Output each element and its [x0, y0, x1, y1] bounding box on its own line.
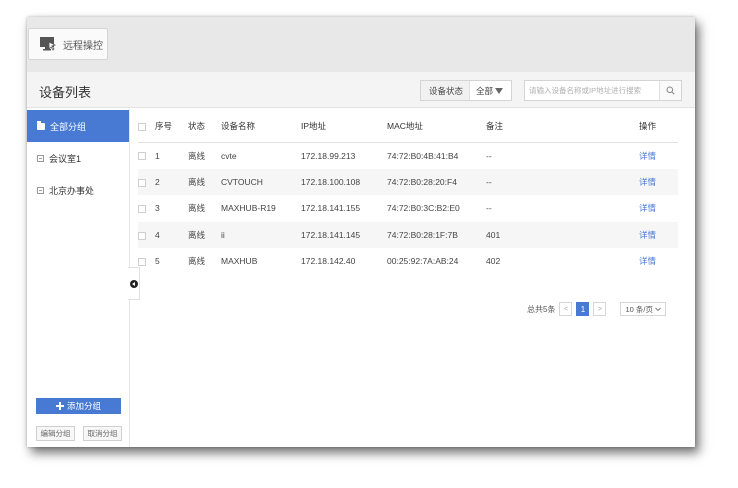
search-input[interactable]	[525, 81, 658, 100]
detail-link[interactable]: 详情	[639, 230, 656, 240]
row-checkbox[interactable]	[138, 178, 146, 187]
sidebar-item-label: 全部分组	[50, 121, 87, 132]
search-box	[524, 80, 682, 101]
cell-device-name: MAXHUB-R19	[221, 203, 276, 214]
cell-note: --	[486, 150, 492, 161]
expand-icon[interactable]	[37, 154, 44, 162]
cell-ip: 172.18.141.155	[301, 203, 361, 214]
cell-device-name: CVTOUCH	[221, 176, 263, 187]
cell-status: 离线	[188, 203, 206, 214]
group-sidebar: 全部分组 会议室1 北京办事处 添加分组 编辑分组 取消分组	[27, 109, 130, 447]
cell-note: 402	[486, 256, 501, 267]
row-checkbox[interactable]	[138, 258, 146, 266]
device-status-filter-label: 设备状态	[421, 81, 471, 100]
column-header-index: 序号	[155, 110, 188, 143]
cell-index: 4	[155, 229, 160, 240]
sidebar-item-meeting-room-1[interactable]: 会议室1	[27, 142, 129, 174]
cell-status: 离线	[188, 150, 206, 161]
device-table: 序号 状态 设备名称 IP地址 MAC地址 备注 操作 1 离线 cvte 17…	[138, 110, 678, 275]
cell-mac: 74:72:B0:3C:B2:E0	[387, 203, 460, 214]
row-checkbox[interactable]	[138, 231, 146, 240]
sidebar-item-all-groups[interactable]: 全部分组	[27, 110, 129, 142]
cell-index: 2	[155, 176, 160, 187]
cell-ip: 172.18.142.40	[301, 256, 356, 267]
cell-note: --	[486, 203, 492, 214]
chevron-down-icon	[655, 307, 661, 311]
cell-ip: 172.18.100.108	[301, 176, 361, 187]
expand-icon[interactable]	[37, 186, 44, 194]
cell-index: 3	[155, 203, 160, 214]
caret-down-icon	[495, 87, 503, 94]
column-header-mac: MAC地址	[387, 110, 486, 143]
cell-status: 离线	[188, 176, 206, 187]
sidebar-item-beijing-office[interactable]: 北京办事处	[27, 174, 129, 206]
cell-mac: 74:72:B0:4B:41:B4	[387, 150, 459, 161]
detail-link[interactable]: 详情	[639, 177, 656, 187]
column-header-device-name: 设备名称	[221, 110, 301, 143]
table-row: 3 离线 MAXHUB-R19 172.18.141.155 74:72:B0:…	[138, 195, 678, 222]
cell-mac: 74:72:B0:28:1F:7B	[387, 229, 458, 240]
pagination: 总共5条 < 1 > 10 条/页	[527, 301, 666, 317]
detail-link[interactable]: 详情	[639, 203, 656, 213]
tab-remote-control-label: 远程操控	[63, 40, 103, 52]
cell-index: 1	[155, 150, 160, 161]
device-status-filter-value: 全部	[476, 85, 494, 96]
plus-icon	[55, 402, 64, 410]
table-row: 1 离线 cvte 172.18.99.213 74:72:B0:4B:41:B…	[138, 142, 678, 169]
add-group-label: 添加分组	[66, 401, 101, 411]
cell-device-name: cvte	[221, 150, 237, 161]
table-row: 2 离线 CVTOUCH 172.18.100.108 74:72:B0:28:…	[138, 168, 678, 195]
cell-ip: 172.18.141.145	[301, 229, 361, 240]
panel-header: 设备列表 设备状态 全部	[27, 72, 695, 108]
table-row: 4 离线 ii 172.18.141.145 74:72:B0:28:1F:7B…	[138, 221, 678, 248]
pagination-total: 总共5条	[527, 304, 556, 314]
cell-device-name: MAXHUB	[221, 256, 258, 267]
add-group-button[interactable]: 添加分组	[36, 398, 121, 414]
column-header-action: 操作	[639, 110, 678, 143]
row-checkbox[interactable]	[138, 152, 146, 161]
page-number-button[interactable]: 1	[576, 302, 590, 316]
sidebar-item-label: 北京办事处	[49, 185, 95, 196]
search-button[interactable]	[659, 81, 681, 100]
page-size-value: 10 条/页	[625, 304, 653, 314]
cell-ip: 172.18.99.213	[301, 150, 356, 161]
app-window: 远程操控 设备列表 设备状态 全部 请输入设备名称或IP地址进行搜索 全部分组 …	[27, 17, 695, 447]
folder-icon	[37, 120, 45, 130]
search-icon	[666, 86, 675, 95]
cell-mac: 74:72:B0:28:20:F4	[387, 176, 457, 187]
remote-monitor-icon	[39, 36, 57, 52]
edit-group-button[interactable]: 编辑分组	[36, 426, 75, 441]
next-page-button[interactable]: >	[593, 302, 607, 316]
row-checkbox[interactable]	[138, 205, 146, 213]
cell-device-name: ii	[221, 229, 225, 240]
page-size-select[interactable]: 10 条/页	[620, 302, 666, 316]
column-header-status: 状态	[188, 110, 221, 143]
device-list-panel: 设备列表 设备状态 全部 全部分组	[27, 72, 695, 447]
column-header-ip: IP地址	[301, 110, 387, 143]
collapse-left-icon	[129, 279, 138, 288]
column-header-note: 备注	[486, 110, 639, 143]
cancel-group-button[interactable]: 取消分组	[83, 426, 122, 441]
tab-remote-control[interactable]: 远程操控	[28, 28, 108, 60]
detail-link[interactable]: 详情	[639, 151, 656, 161]
table-row: 5 离线 MAXHUB 172.18.142.40 00:25:92:7A:AB…	[138, 248, 678, 275]
cell-index: 5	[155, 256, 160, 267]
device-status-filter[interactable]: 设备状态 全部	[420, 80, 512, 101]
cell-status: 离线	[188, 256, 206, 267]
cell-mac: 00:25:92:7A:AB:24	[387, 256, 459, 267]
page-title: 设备列表	[39, 85, 92, 100]
cell-note: 401	[486, 229, 501, 240]
detail-link[interactable]: 详情	[639, 256, 656, 266]
cell-status: 离线	[188, 229, 206, 240]
cell-note: --	[486, 176, 492, 187]
select-all-checkbox[interactable]	[138, 122, 146, 131]
prev-page-button[interactable]: <	[559, 302, 573, 316]
sidebar-item-label: 会议室1	[49, 153, 82, 164]
table-header-row: 序号 状态 设备名称 IP地址 MAC地址 备注 操作	[138, 110, 678, 143]
